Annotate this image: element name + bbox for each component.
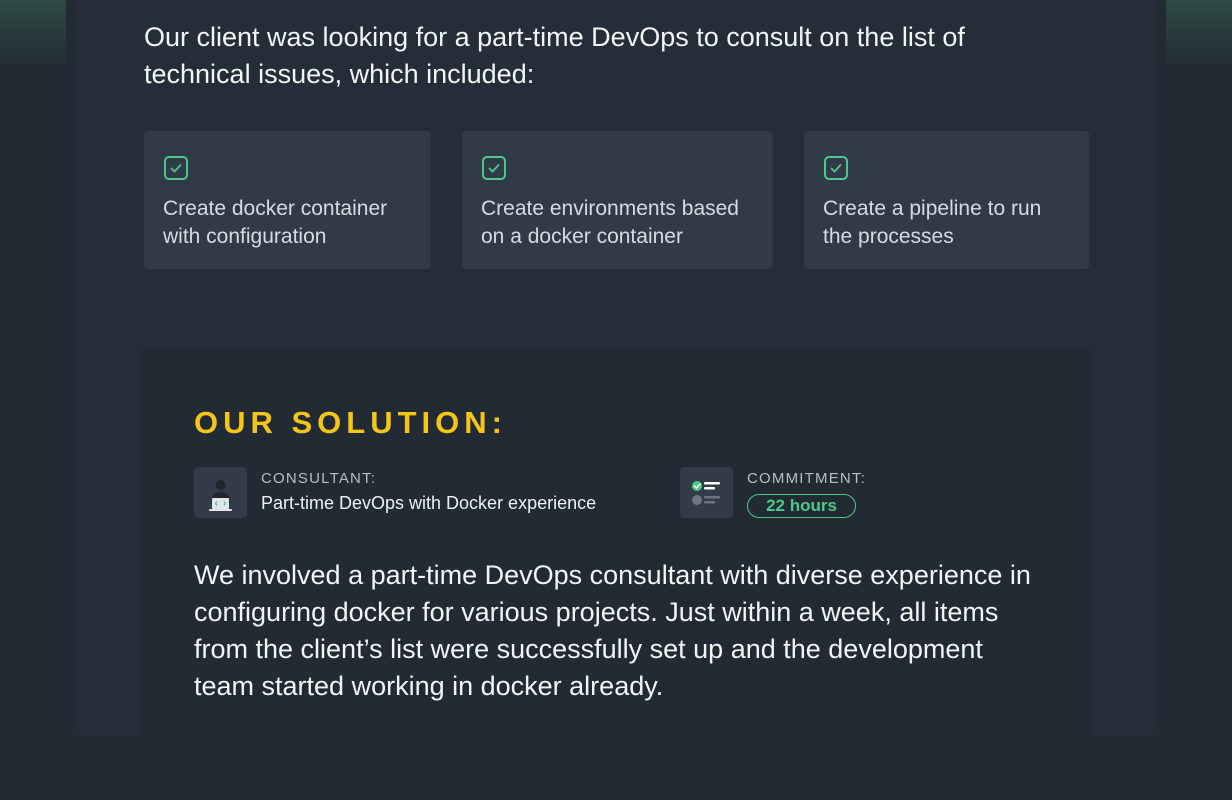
task-card-environments: Create environments based on a docker co… (462, 131, 773, 269)
task-card-pipeline: Create a pipeline to run the processes (804, 131, 1089, 269)
commitment-hours-badge: 22 hours (747, 494, 856, 518)
solution-title: OUR SOLUTION: (194, 405, 507, 440)
task-text: Create environments based on a docker co… (481, 197, 739, 248)
consultant-label: CONSULTANT: (261, 470, 377, 487)
checkbox-checked-icon (482, 156, 506, 180)
solution-text: We involved a part-time DevOps consultan… (194, 560, 1031, 701)
task-text: Create a pipeline to run the processes (823, 197, 1042, 248)
consultant-avatar-icon (194, 467, 247, 518)
background-glow-right (1166, 0, 1232, 70)
task-text: Create docker container with configurati… (163, 197, 388, 248)
background-glow-left (0, 0, 66, 70)
checklist-icon (680, 467, 733, 518)
consultant-value: Part-time DevOps with Docker experience (261, 493, 597, 513)
checkbox-checked-icon (824, 156, 848, 180)
task-card-docker-container: Create docker container with configurati… (144, 131, 431, 269)
intro-text: Our client was looking for a part-time D… (144, 22, 965, 89)
commitment-label: COMMITMENT: (747, 470, 867, 487)
checkbox-checked-icon (164, 156, 188, 180)
